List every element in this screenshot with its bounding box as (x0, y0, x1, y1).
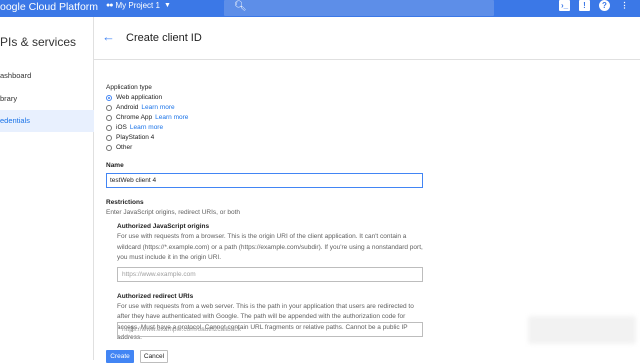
chevron-down-icon: ▼ (163, 2, 171, 9)
radio-label: Web application (116, 94, 163, 101)
blurred-overlay (528, 316, 636, 344)
radio-ios[interactable]: iOS Learn more (106, 123, 436, 133)
origins-input[interactable]: https://www.example.com (117, 266, 423, 282)
redirect-input[interactable]: https://www.example.com/oauth2callback (117, 322, 423, 337)
learn-more-link[interactable]: Learn more (130, 123, 163, 133)
radio-label: Android (116, 104, 139, 111)
text-cursor-icon: I (131, 325, 134, 334)
notifications-icon[interactable]: ! (579, 0, 590, 11)
origins-label: Authorized JavaScript origins (117, 223, 210, 230)
radio-label: PlayStation 4 (116, 134, 155, 141)
learn-more-link[interactable]: Learn more (141, 103, 174, 113)
radio-icon (106, 145, 112, 151)
origins-section: Authorized JavaScript origins For use wi… (117, 222, 427, 282)
learn-more-link[interactable]: Learn more (155, 113, 188, 123)
project-name: My Project 1 (115, 1, 160, 10)
radio-chrome-app[interactable]: Chrome App Learn more (106, 113, 436, 123)
redirect-label: Authorized redirect URIs (117, 292, 194, 300)
help-icon[interactable]: ? (599, 0, 610, 11)
page-title: Create client ID (126, 32, 202, 44)
sidebar-title: PIs & services (0, 35, 77, 49)
radio-icon (106, 105, 112, 111)
sidebar-item-library[interactable]: brary (0, 88, 94, 110)
radio-playstation-4[interactable]: PlayStation 4 (106, 133, 436, 143)
radio-icon (106, 135, 112, 141)
project-selector[interactable]: ●● My Project 1 ▼ (106, 0, 171, 12)
restrictions-help: Enter JavaScript origins, redirect URIs,… (106, 209, 241, 216)
create-button[interactable]: Create (106, 350, 134, 363)
radio-icon (106, 115, 112, 121)
radio-android[interactable]: Android Learn more (106, 103, 436, 113)
brand-title: oogle Cloud Platform (0, 1, 99, 13)
more-vert-icon[interactable]: ⋮ (619, 0, 630, 11)
name-field[interactable]: testWeb client 4 (106, 173, 423, 188)
project-icon: ●● (106, 2, 114, 9)
search-bar[interactable]: 🔍︎ (224, 0, 494, 16)
cancel-button[interactable]: Cancel (140, 350, 168, 363)
client-id-form: Application type Web application Android… (106, 83, 436, 344)
top-icons: ›_ ! ? ⋮ (559, 0, 630, 11)
sidebar: PIs & services ashboard brary edentials (0, 17, 94, 360)
page-header: ← Create client ID (94, 17, 640, 60)
back-arrow-icon[interactable]: ← (102, 29, 115, 44)
radio-web-application[interactable]: Web application (106, 93, 436, 103)
sidebar-item-dashboard[interactable]: ashboard (0, 65, 94, 87)
search-icon: 🔍︎ (234, 1, 247, 12)
radio-label: Chrome App (116, 114, 153, 121)
top-bar: oogle Cloud Platform ●● My Project 1 ▼ 🔍… (0, 0, 640, 17)
radio-icon (106, 125, 112, 131)
radio-label: iOS (116, 124, 127, 131)
radio-label: Other (116, 144, 133, 151)
sidebar-item-credentials[interactable]: edentials (0, 110, 94, 132)
radio-icon (106, 95, 112, 101)
origins-help: For use with requests from a browser. Th… (117, 233, 423, 261)
restrictions-label: Restrictions (106, 199, 144, 206)
radio-other[interactable]: Other (106, 143, 436, 153)
application-type-label: Application type (106, 84, 152, 91)
name-label: Name (106, 162, 124, 169)
cloud-shell-icon[interactable]: ›_ (559, 0, 570, 11)
